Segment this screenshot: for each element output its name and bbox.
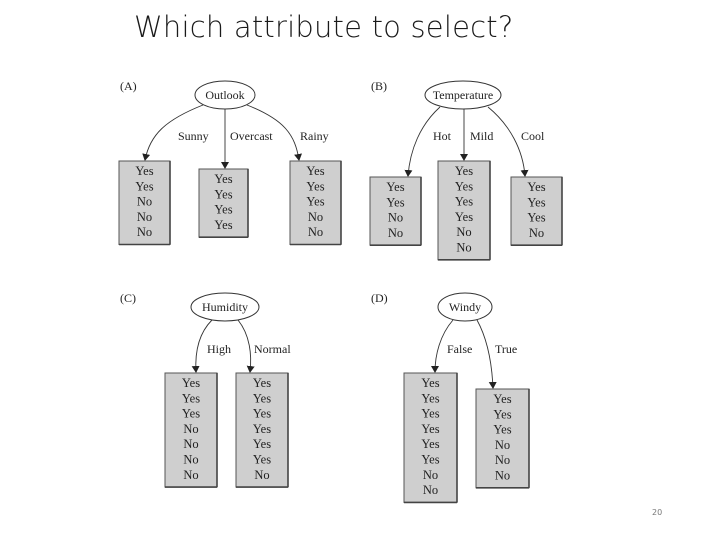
outcome-label: No xyxy=(423,468,438,482)
panel-label: (A) xyxy=(120,79,137,93)
branch-label: Mild xyxy=(470,129,493,143)
outcome-label: Yes xyxy=(182,391,200,405)
outcome-label: No xyxy=(308,210,323,224)
outcome-label: Yes xyxy=(421,407,439,421)
leaf-box-cool: YesYesYesNo xyxy=(510,176,563,246)
branch-label: Hot xyxy=(433,129,452,143)
attribute-node-label: Temperature xyxy=(433,88,493,102)
branch-label: False xyxy=(447,342,472,356)
outcome-label: Yes xyxy=(253,453,271,467)
outcome-label: Yes xyxy=(386,180,404,194)
outcome-label: No xyxy=(183,437,198,451)
panel-windy: (D)WindyFalseYesYesYesYesYesYesNoNoTrueY… xyxy=(371,291,530,504)
outcome-label: Yes xyxy=(455,164,473,178)
outcome-label: Yes xyxy=(527,180,545,194)
decision-tree-diagrams: (A)OutlookSunnyYesYesNoNoNoOvercastYesYe… xyxy=(118,79,563,504)
outcome-label: Yes xyxy=(421,376,439,390)
branch-arrow xyxy=(487,106,529,177)
outcome-label: Yes xyxy=(527,211,545,225)
branch-label: Rainy xyxy=(300,129,329,143)
outcome-label: No xyxy=(495,438,510,452)
outcome-label: Yes xyxy=(253,437,271,451)
outcome-label: No xyxy=(456,225,471,239)
outcome-label: No xyxy=(388,211,403,225)
panel-label: (D) xyxy=(371,291,388,305)
outcome-label: Yes xyxy=(214,187,232,201)
outcome-label: Yes xyxy=(421,391,439,405)
outcome-label: No xyxy=(137,210,152,224)
outcome-label: No xyxy=(183,453,198,467)
panel-temperature: (B)TemperatureHotYesYesNoNoMildYesYesYes… xyxy=(369,79,563,261)
outcome-label: Yes xyxy=(182,407,200,421)
leaf-box-true: YesYesYesNoNoNo xyxy=(475,388,530,489)
leaf-box-rainy: YesYesYesNoNo xyxy=(289,160,342,246)
outcome-label: Yes xyxy=(214,218,232,232)
outcome-label: Yes xyxy=(421,437,439,451)
outcome-label: Yes xyxy=(182,376,200,390)
outcome-label: Yes xyxy=(214,172,232,186)
outcome-label: Yes xyxy=(493,423,511,437)
outcome-label: Yes xyxy=(135,179,153,193)
outcome-label: Yes xyxy=(455,195,473,209)
leaf-box-false: YesYesYesYesYesYesNoNo xyxy=(403,372,458,504)
outcome-label: Yes xyxy=(253,422,271,436)
outcome-label: Yes xyxy=(253,391,271,405)
outcome-label: No xyxy=(388,226,403,240)
outcome-label: Yes xyxy=(306,179,324,193)
panel-outlook: (A)OutlookSunnyYesYesNoNoNoOvercastYesYe… xyxy=(118,79,342,246)
branch-label: True xyxy=(495,342,517,356)
branch-label: Cool xyxy=(521,129,545,143)
leaf-box-mild: YesYesYesYesNoNo xyxy=(437,160,491,261)
outcome-label: Yes xyxy=(386,195,404,209)
branch-label: Sunny xyxy=(178,129,209,143)
outcome-label: Yes xyxy=(493,407,511,421)
outcome-label: No xyxy=(495,469,510,483)
outcome-label: No xyxy=(137,225,152,239)
outcome-label: Yes xyxy=(253,376,271,390)
outcome-label: No xyxy=(183,422,198,436)
panel-label: (C) xyxy=(120,291,136,305)
outcome-label: Yes xyxy=(253,407,271,421)
outcome-label: Yes xyxy=(527,195,545,209)
outcome-label: Yes xyxy=(421,422,439,436)
attribute-node-label: Outlook xyxy=(205,88,244,102)
attribute-node-label: Humidity xyxy=(202,300,248,314)
outcome-label: Yes xyxy=(214,203,232,217)
outcome-label: No xyxy=(529,226,544,240)
outcome-label: No xyxy=(254,468,269,482)
branch-label: High xyxy=(207,342,231,356)
outcome-label: No xyxy=(137,195,152,209)
outcome-label: Yes xyxy=(421,453,439,467)
outcome-label: Yes xyxy=(455,210,473,224)
outcome-label: Yes xyxy=(135,164,153,178)
outcome-label: No xyxy=(423,483,438,497)
leaf-box-hot: YesYes NoNo xyxy=(369,176,422,246)
outcome-label: Yes xyxy=(493,392,511,406)
outcome-label: Yes xyxy=(306,164,324,178)
outcome-label: Yes xyxy=(455,179,473,193)
panel-label: (B) xyxy=(371,79,387,93)
leaf-box-high: YesYesYesNoNoNoNo xyxy=(164,372,218,488)
branch-label: Overcast xyxy=(230,129,273,143)
outcome-label: No xyxy=(183,468,198,482)
outcome-label: Yes xyxy=(306,195,324,209)
panel-humidity: (C)HumidityHighYesYesYesNoNoNoNoNormalYe… xyxy=(120,291,291,488)
outcome-label: No xyxy=(308,225,323,239)
attribute-node-label: Windy xyxy=(449,300,481,314)
branch-arrow xyxy=(476,319,497,389)
branch-label: Normal xyxy=(254,342,291,356)
outcome-label: No xyxy=(495,453,510,467)
outcome-label: No xyxy=(456,241,471,255)
branch-arrow xyxy=(237,319,255,373)
leaf-box-sunny: YesYesNoNoNo xyxy=(118,160,171,246)
leaf-box-normal: YesYesYesYesYesYesNo xyxy=(235,372,289,488)
leaf-box-overcast: YesYesYesYes xyxy=(198,168,249,238)
